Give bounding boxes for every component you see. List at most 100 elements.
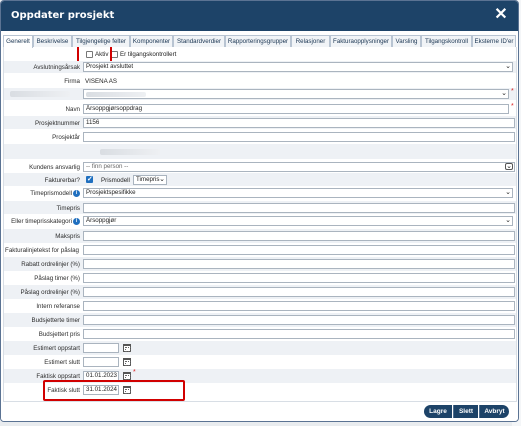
info-icon[interactable]: i xyxy=(73,190,80,197)
intern-referanse-label: Intern referanse xyxy=(36,303,80,310)
close-icon[interactable]: ✕ xyxy=(493,6,509,24)
budsjetterte-timer-label: Budsjetterte timer xyxy=(31,317,81,324)
fakturerbar-label: Fakturerbar? xyxy=(44,177,80,184)
row-paslag-timer: Påslag timer (%) xyxy=(4,271,516,285)
avslutningsarsak-value: Prosjekt avsluttet xyxy=(86,63,134,70)
prosjektnummer-label: Prosjektnummer xyxy=(34,120,80,127)
timepriskategori-select[interactable]: Årsoppgjør ⌄ xyxy=(83,216,513,226)
chevron-down-icon: ⌄ xyxy=(505,217,511,224)
kundens-ansvarlig-value: -- finn person -- xyxy=(86,163,129,170)
row-firma: Firma VISENA AS xyxy=(4,74,516,87)
row-navn: Navn Årsoppgjørsoppdrag * xyxy=(4,102,516,115)
tab-fakturaopplysninger[interactable]: Fakturaopplysninger xyxy=(330,35,392,47)
tab-beskrivelse[interactable]: Beskrivelse xyxy=(33,35,72,47)
tab-standardverdier[interactable]: Standardverdier xyxy=(173,35,225,47)
timeprismodell-select[interactable]: Prosjektspesifikke ⌄ xyxy=(83,188,513,198)
required-marker: * xyxy=(133,369,136,376)
timeprismodell-label-text: Timeprismodell xyxy=(30,190,72,198)
faktisk-oppstart-label: Faktisk oppstart xyxy=(36,373,80,380)
timeprismodell-value: Prosjektspesifikke xyxy=(86,189,136,196)
budsjetterte-timer-input[interactable] xyxy=(83,315,515,325)
redacted-value xyxy=(100,149,160,155)
prismodell-label: Prismodell xyxy=(101,177,130,184)
row-redacted-field xyxy=(4,144,516,159)
row-intern-referanse: Intern referanse xyxy=(4,299,516,313)
project-form: Aktiv Er tilgangskontrollert Avslutnings… xyxy=(3,47,517,402)
navn-input[interactable]: Årsoppgjørsoppdrag xyxy=(83,104,509,114)
row-fakturerbar: Fakturerbar? Prismodell Timepris ⌄ xyxy=(4,173,516,186)
update-project-dialog: Oppdater prosjekt ✕ Generelt Beskrivelse… xyxy=(0,0,519,422)
calendar-icon[interactable] xyxy=(123,344,131,352)
tab-eksterne-ider[interactable]: Eksterne ID'er xyxy=(472,35,516,47)
tab-tilgangskontroll[interactable]: Tilgangskontroll xyxy=(421,35,472,47)
chevron-down-icon: ⌄ xyxy=(505,63,511,70)
kundens-ansvarlig-label: Kundens ansvarlig xyxy=(29,164,80,171)
estimert-slutt-input[interactable] xyxy=(83,357,119,367)
tab-bar: Generelt Beskrivelse Tilgjengelige felte… xyxy=(3,35,516,48)
timepris-input[interactable] xyxy=(83,203,515,213)
tab-komponenter[interactable]: Komponenter xyxy=(130,35,173,47)
tilgangskontrollert-label: Er tilgangskontrollert xyxy=(120,51,177,58)
makspris-input[interactable] xyxy=(83,231,515,241)
row-budsjettert-pris: Budsjettert pris xyxy=(4,327,516,341)
dialog-titlebar: Oppdater prosjekt ✕ xyxy=(1,1,518,31)
makspris-label: Makspris xyxy=(55,233,80,240)
tab-rapporteringsgrupper[interactable]: Rapporteringsgrupper xyxy=(225,35,291,47)
cancel-button[interactable]: Avbryt xyxy=(479,405,509,418)
row-makspris: Makspris xyxy=(4,229,516,243)
timepriskategori-value: Årsoppgjør xyxy=(86,217,117,224)
row-kundens-ansvarlig: Kundens ansvarlig -- finn person -- ⌄ xyxy=(4,160,516,173)
info-icon[interactable]: i xyxy=(73,218,80,225)
tilgangskontrollert-checkbox[interactable] xyxy=(111,51,118,58)
row-timeprismodell: Timeprismodell i Prosjektspesifikke ⌄ xyxy=(4,187,516,200)
timepriskategori-label: Eller timeprisskategori i xyxy=(11,218,80,225)
tab-relasjoner[interactable]: Relasjoner xyxy=(291,35,330,47)
paslag-timer-input[interactable] xyxy=(83,273,515,283)
prosjektar-input[interactable] xyxy=(83,132,515,142)
save-button[interactable]: Lagre xyxy=(424,405,452,418)
tab-tilgjengelige-felter[interactable]: Tilgjengelige felter xyxy=(72,35,130,47)
tab-varsling[interactable]: Varsling xyxy=(392,35,421,47)
prismodell-select[interactable]: Timepris ⌄ xyxy=(133,175,167,185)
chevron-down-icon: ⌄ xyxy=(501,90,507,97)
fakturalinjetekst-label: Fakturalinjetekst for påslag xyxy=(5,247,79,254)
timeprismodell-label: Timeprismodell i xyxy=(30,190,80,197)
row-estimert-oppstart: Estimert oppstart xyxy=(4,341,516,355)
fakturalinjetekst-input[interactable] xyxy=(83,245,515,255)
rabatt-input[interactable] xyxy=(83,259,515,269)
row-prosjektnummer: Prosjektnummer 1156 xyxy=(4,116,516,129)
avslutningsarsak-label: Avslutningsårsak xyxy=(33,64,80,71)
row-fakturalinjetekst: Fakturalinjetekst for påslag xyxy=(4,243,516,257)
prismodell-value: Timepris xyxy=(136,176,160,183)
row-paslag-ordrelinjer: Påslag ordrelinjer (%) xyxy=(4,285,516,299)
timepris-label: Timepris xyxy=(56,205,81,212)
firma-label: Firma xyxy=(64,78,80,85)
firma-value: VISENA AS xyxy=(85,78,117,85)
budsjettert-pris-input[interactable] xyxy=(83,329,515,339)
paslag-ordrelinjer-input[interactable] xyxy=(83,287,515,297)
avslutningsarsak-select[interactable]: Prosjekt avsluttet ⌄ xyxy=(83,62,513,72)
required-marker: * xyxy=(511,88,514,95)
chevron-down-icon: ⌄ xyxy=(505,163,513,170)
budsjettert-pris-label: Budsjettert pris xyxy=(38,331,80,338)
intern-referanse-input[interactable] xyxy=(83,301,515,311)
delete-button[interactable]: Slett xyxy=(453,405,478,418)
estimert-oppstart-label: Estimert oppstart xyxy=(33,345,80,352)
estimert-oppstart-input[interactable] xyxy=(83,343,119,353)
row-budsjetterte-timer: Budsjetterte timer xyxy=(4,313,516,327)
calendar-icon[interactable] xyxy=(123,372,131,380)
redacted-label xyxy=(10,91,70,97)
kundens-ansvarlig-select[interactable]: -- finn person -- ⌄ xyxy=(83,162,515,172)
dialog-title: Oppdater prosjekt xyxy=(11,10,115,21)
highlight-faktisk-slutt xyxy=(43,380,185,401)
calendar-icon[interactable] xyxy=(123,358,131,366)
redacted-select[interactable]: ⌄ xyxy=(83,89,509,99)
estimert-slutt-label: Estimert slutt xyxy=(44,359,80,366)
required-marker: * xyxy=(511,103,514,110)
prosjektnummer-input[interactable]: 1156 xyxy=(83,118,515,128)
row-avslutningsarsak: Avslutningsårsak Prosjekt avsluttet ⌄ xyxy=(4,61,516,73)
paslag-timer-label: Påslag timer (%) xyxy=(34,275,80,282)
timepriskategori-label-text: Eller timeprisskategori xyxy=(11,218,72,226)
fakturerbar-checkbox[interactable] xyxy=(86,175,93,183)
row-rabatt: Rabatt ordrelinjer (%) xyxy=(4,257,516,271)
